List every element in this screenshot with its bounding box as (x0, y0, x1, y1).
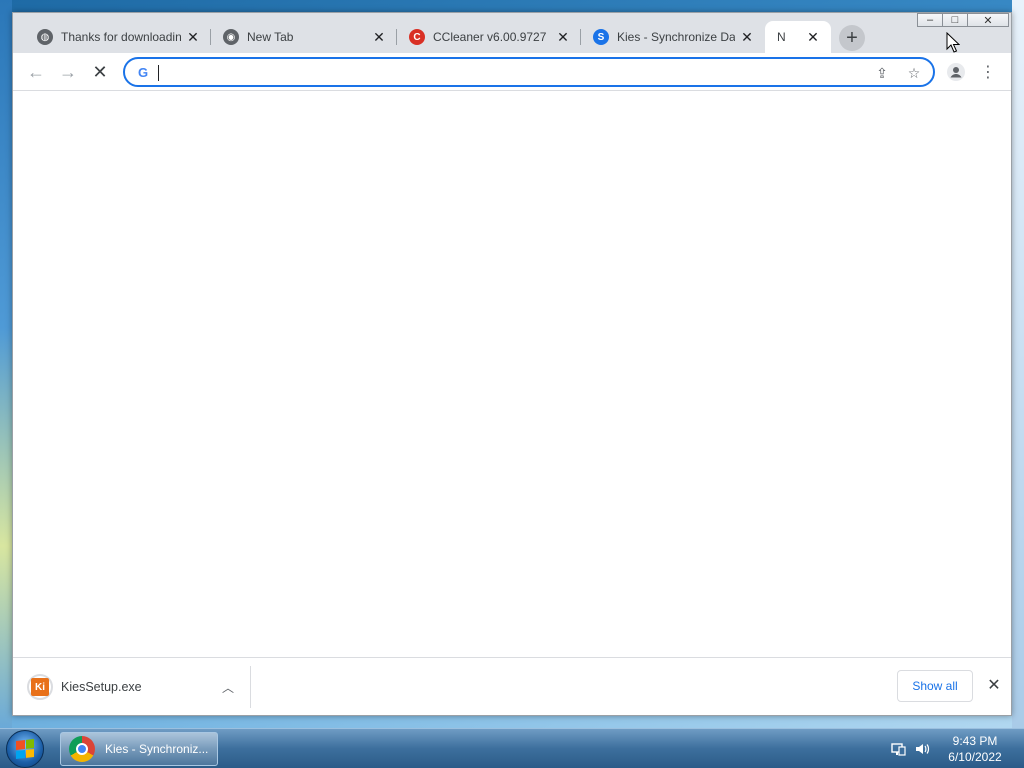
share-icon[interactable]: ⇪ (873, 64, 891, 82)
close-icon[interactable]: ✕ (805, 29, 821, 45)
tab-title: Thanks for downloading (61, 30, 181, 44)
taskbar-task-label: Kies - Synchroniz... (105, 742, 209, 756)
text-caret (158, 65, 159, 81)
globe-icon: ◍ (37, 29, 53, 45)
browser-window: ◍ Thanks for downloading ✕ ◉ New Tab ✕ C… (12, 12, 1012, 716)
profile-icon[interactable] (945, 61, 967, 83)
divider (250, 666, 251, 708)
volume-icon[interactable] (914, 741, 930, 757)
tab-ccleaner[interactable]: C CCleaner v6.00.9727 ✕ (397, 21, 581, 53)
star-icon[interactable]: ☆ (905, 64, 923, 82)
address-bar[interactable]: G ⇪ ☆ (123, 57, 935, 87)
tab-strip: ◍ Thanks for downloading ✕ ◉ New Tab ✕ C… (13, 13, 1011, 53)
installer-icon: Ki (27, 674, 53, 700)
taskbar-chrome-button[interactable]: Kies - Synchroniz... (60, 732, 218, 766)
network-icon[interactable] (890, 741, 906, 757)
browser-toolbar: ← → ✕ G ⇪ ☆ ⋮ (13, 53, 1011, 91)
close-icon[interactable]: ✕ (185, 29, 201, 45)
download-bar: Ki KiesSetup.exe ︿ Show all ✕ (13, 657, 1011, 715)
url-input[interactable] (157, 63, 857, 83)
chrome-icon (69, 736, 95, 762)
tab-kies[interactable]: S Kies - Synchronize Data ✕ (581, 21, 765, 53)
maximize-button[interactable]: □ (942, 13, 968, 27)
close-icon[interactable]: ✕ (739, 29, 755, 45)
windows-logo-icon (16, 739, 34, 759)
tab-title: CCleaner v6.00.9727 (433, 30, 547, 44)
tab-new-tab[interactable]: ◉ New Tab ✕ (211, 21, 397, 53)
tab-title: New Tab (247, 30, 294, 44)
start-button[interactable] (6, 730, 44, 768)
close-window-button[interactable]: ✕ (967, 13, 1009, 27)
google-icon: G (137, 65, 149, 80)
new-tab-button[interactable]: + (839, 25, 865, 51)
stop-loading-icon[interactable]: ✕ (87, 59, 113, 85)
clock-date: 6/10/2022 (948, 750, 1002, 764)
close-icon[interactable]: ✕ (983, 674, 1005, 696)
s-icon: S (593, 29, 609, 45)
desktop-wallpaper-left (0, 0, 12, 728)
mouse-cursor-icon (946, 32, 960, 53)
close-icon[interactable]: ✕ (555, 29, 571, 45)
system-clock[interactable]: 9:43 PM 6/10/2022 (940, 733, 1010, 765)
tab-active[interactable]: N ✕ (765, 21, 831, 53)
forward-arrow-icon[interactable]: → (55, 59, 81, 85)
minimize-button[interactable]: – (917, 13, 943, 27)
desktop-wallpaper-right (1012, 0, 1024, 728)
download-item[interactable]: Ki KiesSetup.exe ︿ (27, 668, 239, 706)
back-arrow-icon[interactable]: ← (23, 59, 49, 85)
menu-kebab-icon[interactable]: ⋮ (977, 61, 999, 83)
taskbar: Kies - Synchroniz... 9:43 PM 6/10/2022 (0, 728, 1024, 768)
chrome-icon: ◉ (223, 29, 239, 45)
download-file-name: KiesSetup.exe (61, 680, 142, 694)
ccleaner-icon: C (409, 29, 425, 45)
tab-title: N (777, 30, 786, 44)
tab-thanks-for-downloading[interactable]: ◍ Thanks for downloading ✕ (25, 21, 211, 53)
page-content (13, 91, 1011, 657)
show-all-button[interactable]: Show all (897, 670, 973, 702)
close-icon[interactable]: ✕ (371, 29, 387, 45)
clock-time: 9:43 PM (952, 734, 998, 748)
chevron-up-icon[interactable]: ︿ (217, 679, 239, 696)
tab-title: Kies - Synchronize Data (617, 30, 735, 44)
